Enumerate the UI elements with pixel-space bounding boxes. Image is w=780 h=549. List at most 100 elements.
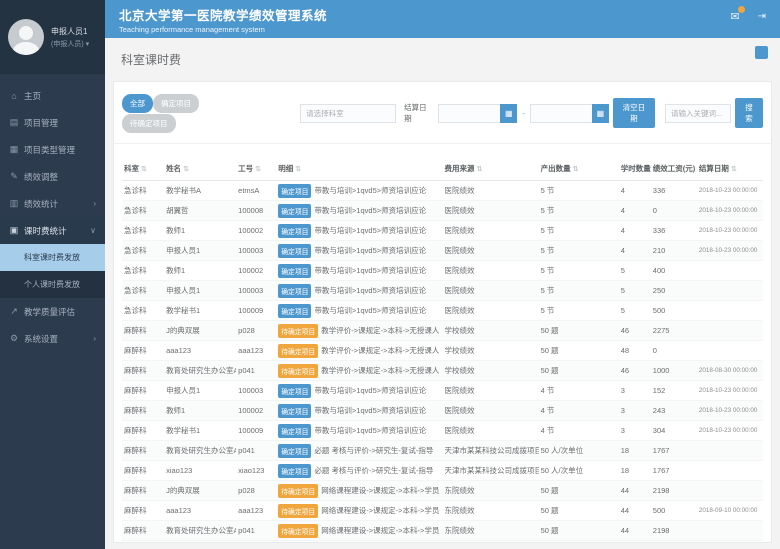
table-row[interactable]: 麻醉科aaa123aaa123待确定项目网络课程建设->课规定->本科->学员东… bbox=[122, 501, 763, 521]
sidebar-item-home[interactable]: ⌂主页 bbox=[0, 82, 105, 109]
cell-performance-pay: 0 bbox=[651, 341, 697, 361]
line-chart-icon: ↗ bbox=[9, 306, 19, 317]
message-icon[interactable]: ✉ bbox=[730, 10, 739, 23]
cell-employee-id: xiao123 bbox=[236, 461, 276, 481]
cell-detail: 确定项目带教与培训>1qvd5>师资培训应论 bbox=[276, 201, 442, 221]
table-row[interactable]: 急诊科教学秘书AetmsA确定项目带教与培训>1qvd5>师资培训应论医院绩效5… bbox=[122, 181, 763, 201]
column-header[interactable]: 结算日期⇅ bbox=[697, 158, 763, 181]
user-profile[interactable]: 申报人员1 (申报人员) ▾ bbox=[0, 0, 105, 74]
sort-icon[interactable]: ⇅ bbox=[295, 166, 301, 173]
cell-settlement-date: 2018-10-23 00:00:00 bbox=[697, 421, 763, 441]
filter-pending[interactable]: 待确定项目 bbox=[122, 114, 176, 133]
detail-text: 带教与培训>1qvd5>师资培训应论 bbox=[314, 205, 426, 214]
table-row[interactable]: 麻醉科aaa123aaa123待确定项目教学评价->课规定->本科->无授课人学… bbox=[122, 341, 763, 361]
table-row[interactable]: 急诊科申报人员1100003确定项目带教与培训>1qvd5>师资培训应论医院绩效… bbox=[122, 281, 763, 301]
sort-icon[interactable]: ⇅ bbox=[476, 166, 482, 173]
cell-name: 教师1 bbox=[164, 221, 236, 241]
column-header-label: 科室 bbox=[124, 164, 139, 173]
cell-name: 教师1 bbox=[164, 401, 236, 421]
panel-toggle-button[interactable] bbox=[755, 46, 768, 59]
cell-hours: 3 bbox=[619, 401, 651, 421]
cell-performance-pay: 152 bbox=[651, 381, 697, 401]
table-row[interactable]: 急诊科申报人员1100003确定项目带教与培训>1qvd5>师资培训应论医院绩效… bbox=[122, 241, 763, 261]
column-header[interactable]: 明细⇅ bbox=[276, 158, 442, 181]
status-badge: 确定项目 bbox=[278, 424, 311, 438]
status-badge: 待确定项目 bbox=[278, 324, 318, 338]
date-from-input[interactable] bbox=[438, 104, 500, 123]
column-header[interactable]: 绩效工资(元)⇅ bbox=[651, 158, 697, 181]
cell-performance-pay: 2275 bbox=[651, 321, 697, 341]
date-range-separator: - bbox=[522, 109, 525, 118]
table-row[interactable]: 急诊科教师1100002确定项目带教与培训>1qvd5>师资培训应论医院绩效5 … bbox=[122, 221, 763, 241]
cell-detail: 待确定项目教学评价->课规定->本科->无授课人 bbox=[276, 321, 442, 341]
table-row[interactable]: 麻醉科申报人员1100003确定项目带教与培训>1qvd5>师资培训应论医院绩效… bbox=[122, 381, 763, 401]
cell-fee-source: 医院绩效 bbox=[442, 201, 538, 221]
sidebar-item-system-settings[interactable]: ⚙系统设置› bbox=[0, 325, 105, 352]
table-row[interactable]: 麻醉科教育处研究生办公室Ap041确定项目必题 考核与评价->研究生-复试-指导… bbox=[122, 441, 763, 461]
sidebar-subitem-personal-hour-fee[interactable]: 个人课时费发放 bbox=[0, 271, 105, 298]
column-header[interactable]: 科室⇅ bbox=[122, 158, 164, 181]
table-row[interactable]: 麻醉科J的典双展p028待确定项目教学评价->课规定->本科->无授课人学校绩效… bbox=[122, 321, 763, 341]
calendar-icon[interactable]: ▦ bbox=[500, 104, 517, 123]
filter-group: 全部确定项目待确定项目 bbox=[122, 93, 244, 133]
cell-hours: 44 bbox=[619, 521, 651, 541]
column-header[interactable]: 学时数量⇅ bbox=[619, 158, 651, 181]
cell-employee-id: 100003 bbox=[236, 281, 276, 301]
search-button[interactable]: 搜索 bbox=[735, 98, 763, 128]
department-input[interactable] bbox=[300, 104, 396, 123]
table-row[interactable]: 麻醉科教育处研究生办公室Ap041待确定项目教学评价->课规定->本科->无授课… bbox=[122, 361, 763, 381]
logout-icon[interactable]: ⇥ bbox=[758, 11, 766, 22]
calendar-icon[interactable]: ▦ bbox=[592, 104, 609, 123]
sidebar-item-project-management[interactable]: ▤项目管理 bbox=[0, 109, 105, 136]
user-role-dropdown[interactable]: (申报人员) ▾ bbox=[51, 39, 89, 49]
cell-performance-pay: 1767 bbox=[651, 441, 697, 461]
keyword-input[interactable] bbox=[665, 104, 731, 123]
sort-icon[interactable]: ⇅ bbox=[255, 166, 261, 173]
sidebar-item-project-type-management[interactable]: ▦项目类型管理 bbox=[0, 136, 105, 163]
table-row[interactable]: 急诊科教师1100002确定项目带教与培训>1qvd5>师资培训应论医院绩效5 … bbox=[122, 261, 763, 281]
cell-fee-source: 医院绩效 bbox=[442, 281, 538, 301]
status-badge: 确定项目 bbox=[278, 304, 311, 318]
date-to-input[interactable] bbox=[530, 104, 592, 123]
table-row[interactable]: 麻醉科教学秘书1100009确定项目带教与培训>1qvd5>师资培训应论医院绩效… bbox=[122, 421, 763, 441]
table-row[interactable]: 麻醉科J的典双展p028待确定项目网络课程建设->课规定->本科->学员东院绩效… bbox=[122, 481, 763, 501]
cell-department: 麻醉科 bbox=[122, 481, 164, 501]
cell-name: 申报人员1 bbox=[164, 241, 236, 261]
cell-detail: 确定项目带教与培训>1qvd5>师资培训应论 bbox=[276, 421, 442, 441]
column-header-label: 结算日期 bbox=[699, 164, 729, 173]
cell-output-quantity: 5 节 bbox=[539, 221, 619, 241]
table-row[interactable]: 麻醉科xiao123xiao123确定项目必题 考核与评价->研究生-复试-指导… bbox=[122, 461, 763, 481]
column-header[interactable]: 费用来源⇅ bbox=[442, 158, 538, 181]
sidebar-item-performance-adjustment[interactable]: ✎绩效调整 bbox=[0, 163, 105, 190]
sort-icon[interactable]: ⇅ bbox=[731, 166, 737, 173]
cell-detail: 待确定项目网络课程建设->课规定->本科->学员 bbox=[276, 481, 442, 501]
sort-icon[interactable]: ⇅ bbox=[183, 166, 189, 173]
cell-settlement-date bbox=[697, 521, 763, 541]
table-row[interactable]: 麻醉科教育处研究生办公室Ap041确定项目学生活动->继续教育-院定-学员天津市… bbox=[122, 541, 763, 544]
column-header[interactable]: 姓名⇅ bbox=[164, 158, 236, 181]
cell-settlement-date bbox=[697, 481, 763, 501]
table-row[interactable]: 急诊科胡翼哲100008确定项目带教与培训>1qvd5>师资培训应论医院绩效5 … bbox=[122, 201, 763, 221]
table-row[interactable]: 麻醉科教师1100002确定项目带教与培训>1qvd5>师资培训应论医院绩效4 … bbox=[122, 401, 763, 421]
column-header[interactable]: 工号⇅ bbox=[236, 158, 276, 181]
cell-employee-id: 100003 bbox=[236, 381, 276, 401]
notification-badge bbox=[738, 6, 745, 13]
sort-icon[interactable]: ⇅ bbox=[141, 166, 147, 173]
table-row[interactable]: 急诊科教学秘书1100009确定项目带教与培训>1qvd5>师资培训应论医院绩效… bbox=[122, 301, 763, 321]
cell-output-quantity: 50 题 bbox=[539, 501, 619, 521]
filter-all[interactable]: 全部 bbox=[122, 94, 153, 113]
cell-performance-pay: 304 bbox=[651, 421, 697, 441]
filter-confirmed[interactable]: 确定项目 bbox=[153, 94, 199, 113]
sidebar-subitem-dept-hour-fee[interactable]: 科室课时费发放 bbox=[0, 244, 105, 271]
status-badge: 确定项目 bbox=[278, 444, 311, 458]
cell-department: 麻醉科 bbox=[122, 341, 164, 361]
column-header[interactable]: 产出数量⇅ bbox=[539, 158, 619, 181]
sidebar-item-hour-fee-statistics[interactable]: ▣课时费统计∨ bbox=[0, 217, 105, 244]
table-row[interactable]: 麻醉科教育处研究生办公室Ap041待确定项目网络课程建设->课规定->本科->学… bbox=[122, 521, 763, 541]
sidebar-item-teaching-quality-evaluation[interactable]: ↗教学质量评估 bbox=[0, 298, 105, 325]
detail-text: 网络课程建设->课规定->本科->学员 bbox=[321, 525, 439, 534]
clear-date-button[interactable]: 清空日期 bbox=[613, 98, 655, 128]
sidebar-item-performance-statistics[interactable]: ▥绩效统计› bbox=[0, 190, 105, 217]
detail-text: 网络课程建设->课规定->本科->学员 bbox=[321, 505, 439, 514]
sort-icon[interactable]: ⇅ bbox=[573, 166, 579, 173]
